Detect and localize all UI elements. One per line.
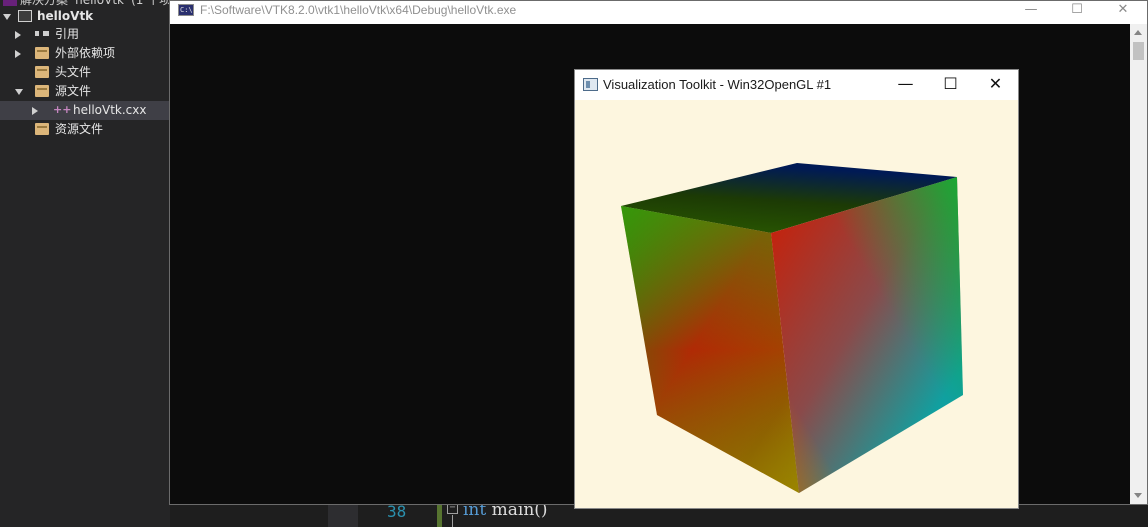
- console-app-icon: C:\: [178, 4, 194, 16]
- tree-item-source-files[interactable]: 源文件: [0, 82, 170, 101]
- expand-chevron-icon[interactable]: [3, 14, 11, 20]
- close-button[interactable]: ✕: [973, 70, 1018, 100]
- console-titlebar[interactable]: C:\ F:\Software\VTK8.2.0\vtk1\helloVtk\x…: [170, 1, 1147, 24]
- render-viewport[interactable]: [575, 100, 1018, 508]
- close-button[interactable]: ✕: [1100, 1, 1146, 23]
- scrollbar-thumb[interactable]: [1133, 42, 1144, 60]
- tree-item-resource-files[interactable]: 资源文件: [0, 120, 170, 139]
- vertical-scrollbar[interactable]: [1130, 24, 1147, 504]
- tree-item-label: helloVtk.cxx: [73, 103, 147, 117]
- tree-item-label: 源文件: [55, 84, 92, 98]
- filter-folder-icon: [35, 123, 49, 135]
- references-icon: [35, 31, 49, 36]
- tree-item-label: 资源文件: [55, 122, 104, 136]
- project-row[interactable]: helloVtk: [0, 7, 170, 26]
- collapsed-chevron-icon[interactable]: [15, 50, 21, 58]
- tree-item-references[interactable]: 引用: [0, 25, 170, 44]
- tree-item-label: 外部依赖项: [55, 46, 116, 60]
- cpp-file-icon: ++: [53, 103, 72, 116]
- maximize-button[interactable]: ☐: [928, 70, 973, 100]
- console-title: F:\Software\VTK8.2.0\vtk1\helloVtk\x64\D…: [200, 3, 517, 17]
- minimize-button[interactable]: —: [1008, 1, 1054, 23]
- window-app-icon: [583, 78, 598, 91]
- solution-explorer: 解决方案 'helloVtk' (1 个项目 helloVtk 引用 外部依赖项…: [0, 0, 183, 527]
- project-label: helloVtk: [37, 9, 94, 23]
- vtk-window-title: Visualization Toolkit - Win32OpenGL #1: [603, 77, 832, 92]
- filter-folder-icon: [35, 85, 49, 97]
- tree-item-label: 引用: [55, 27, 80, 41]
- tree-item-hellovtk-cxx[interactable]: ++ helloVtk.cxx: [0, 101, 170, 120]
- solution-icon: [3, 0, 17, 6]
- outline-guide-line: [452, 515, 453, 527]
- vtk-titlebar[interactable]: Visualization Toolkit - Win32OpenGL #1 —…: [575, 70, 1018, 100]
- vtk-render-window[interactable]: Visualization Toolkit - Win32OpenGL #1 —…: [574, 69, 1019, 509]
- tree-item-header-files[interactable]: 头文件: [0, 63, 170, 82]
- expand-chevron-icon[interactable]: [15, 89, 23, 95]
- tree-item-label: 头文件: [55, 65, 92, 79]
- external-deps-folder-icon: [35, 47, 49, 59]
- cpp-project-icon: [18, 10, 32, 22]
- collapsed-chevron-icon[interactable]: [15, 31, 21, 39]
- maximize-button[interactable]: ☐: [1054, 1, 1100, 23]
- filter-folder-icon: [35, 66, 49, 78]
- collapsed-chevron-icon[interactable]: [32, 107, 38, 115]
- tree-item-external-deps[interactable]: 外部依赖项: [0, 44, 170, 63]
- scroll-down-arrow-icon[interactable]: [1134, 493, 1142, 498]
- scroll-up-arrow-icon[interactable]: [1134, 30, 1142, 35]
- minimize-button[interactable]: —: [883, 70, 928, 100]
